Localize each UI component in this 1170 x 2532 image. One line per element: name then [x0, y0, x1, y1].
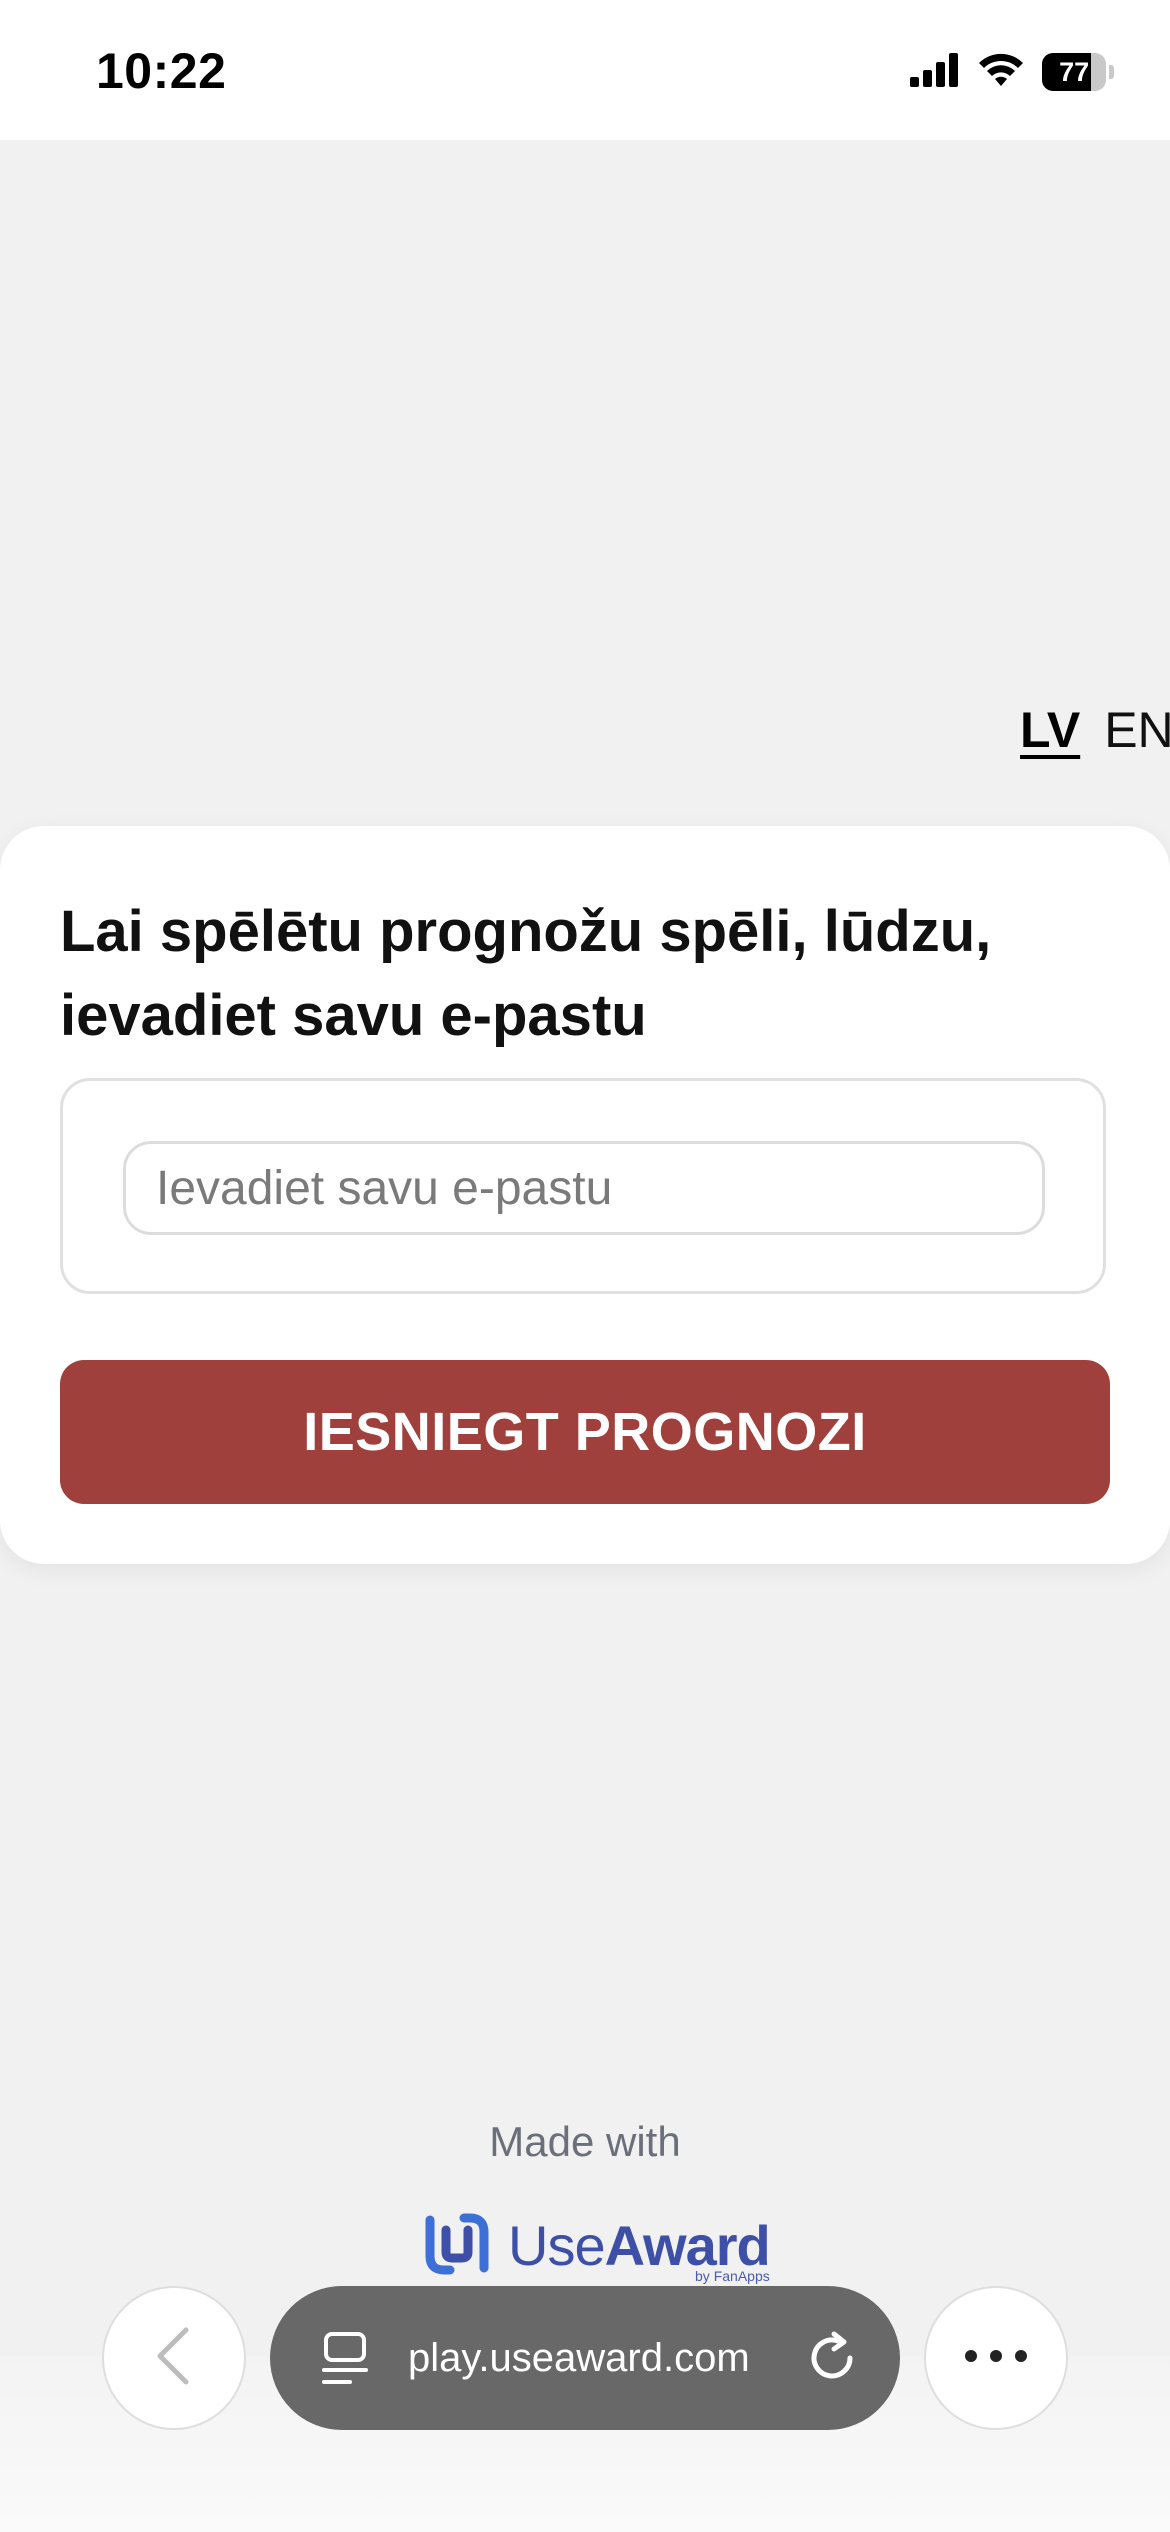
useaward-logo[interactable]: UseAward by FanApps [420, 2206, 771, 2287]
brand-byline: by FanApps [695, 2268, 770, 2284]
useaward-wordmark: UseAward [508, 2214, 771, 2277]
back-icon [152, 2324, 196, 2393]
battery-percent: 77 [1059, 56, 1090, 87]
status-icons: 77 [910, 50, 1114, 94]
reload-icon[interactable] [804, 2330, 860, 2391]
wifi-icon [978, 53, 1024, 92]
status-bar: 10:22 77 [0, 0, 1170, 140]
useaward-logo-icon [420, 2206, 494, 2287]
email-input-container [60, 1078, 1106, 1294]
battery-icon: 77 [1042, 53, 1114, 91]
language-en-link[interactable]: EN [1104, 700, 1170, 760]
status-time: 10:22 [96, 43, 227, 99]
more-options-button[interactable] [924, 2286, 1068, 2430]
tabs-icon[interactable] [320, 2330, 370, 2393]
more-icon [964, 2349, 1028, 2368]
address-bar[interactable]: play.useaward.com [270, 2286, 900, 2430]
back-button[interactable] [102, 2286, 246, 2430]
email-input[interactable] [123, 1141, 1045, 1235]
submit-prediction-button[interactable]: IESNIEGT PROGNOZI [60, 1360, 1110, 1504]
cellular-signal-icon [910, 52, 960, 92]
language-lv-link[interactable]: LV [1020, 700, 1080, 760]
language-switch: LV EN [1020, 700, 1170, 760]
made-with-text: Made with [489, 2118, 681, 2165]
email-form-card: Lai spēlētu prognožu spēli, lūdzu, ievad… [0, 826, 1170, 1564]
form-title: Lai spēlētu prognožu spēli, lūdzu, ievad… [60, 899, 992, 1048]
address-url: play.useaward.com [408, 2335, 750, 2380]
